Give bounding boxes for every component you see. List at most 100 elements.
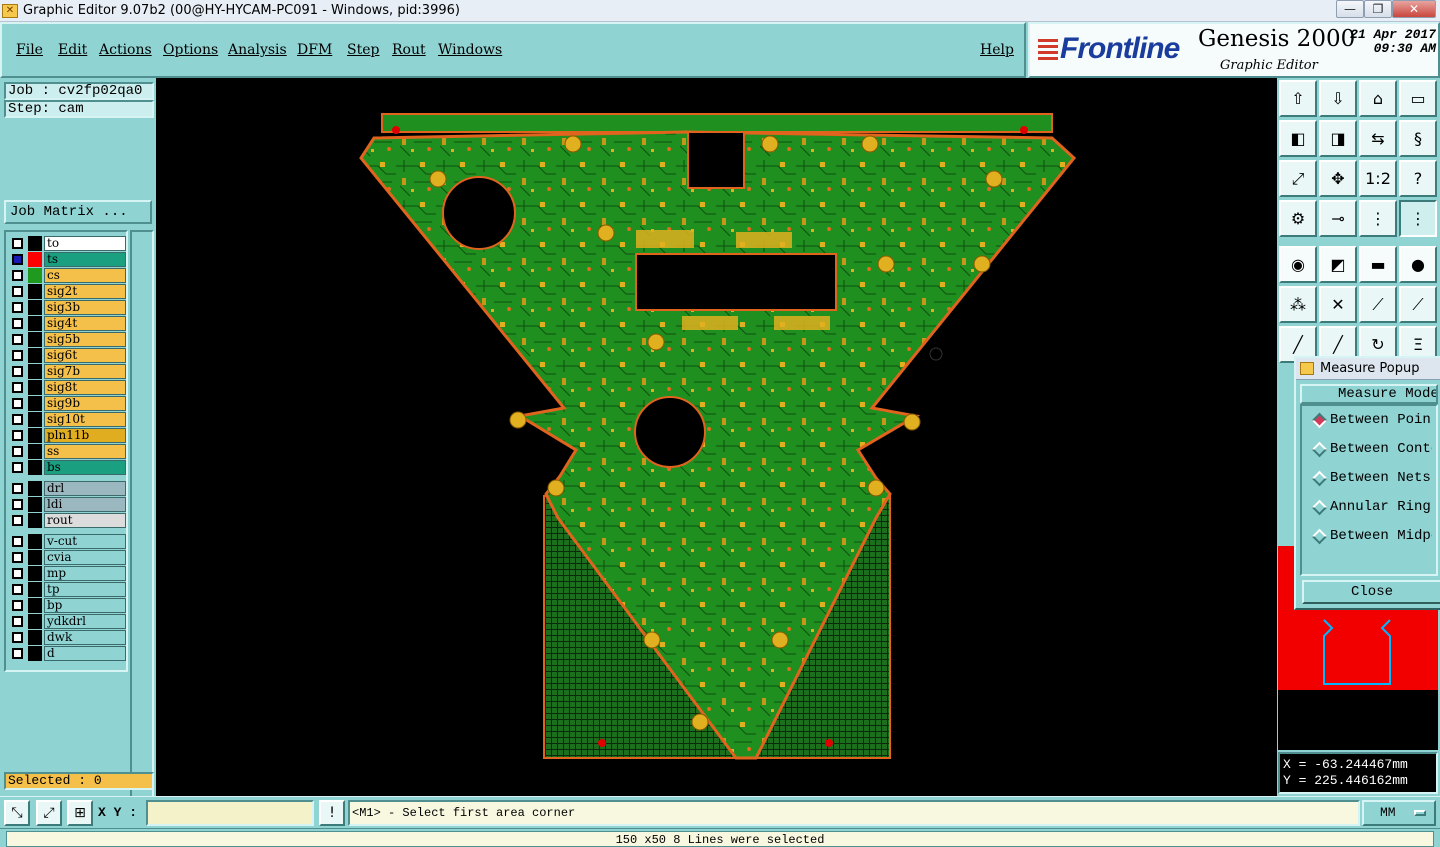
- layer-checkbox[interactable]: [12, 483, 23, 494]
- layer-name[interactable]: sig3b: [44, 300, 126, 315]
- layer-row-sig2t[interactable]: sig2t: [8, 284, 126, 299]
- close-window-button[interactable]: ✕: [1392, 0, 1436, 18]
- layer-color-swatch[interactable]: [28, 566, 42, 581]
- traffic-light-icon[interactable]: ⋮: [1359, 200, 1397, 237]
- menu-help[interactable]: Help: [980, 42, 1014, 58]
- layer-name[interactable]: sig5b: [44, 332, 126, 347]
- record-icon[interactable]: ●: [1399, 246, 1437, 283]
- measure-popup-titlebar[interactable]: Measure Popup: [1296, 358, 1440, 380]
- layer-color-swatch[interactable]: [28, 646, 42, 661]
- layer-row-sig4t[interactable]: sig4t: [8, 316, 126, 331]
- zoom-scale-icon[interactable]: 1:2: [1359, 160, 1397, 197]
- option-between-midpoints[interactable]: Between Midpoints: [1306, 522, 1432, 551]
- layer-color-swatch[interactable]: [28, 444, 42, 459]
- layer-color-swatch[interactable]: [28, 598, 42, 613]
- layer-name[interactable]: pln11b: [44, 428, 126, 443]
- layer-name[interactable]: rout: [44, 513, 126, 528]
- layer-color-swatch[interactable]: [28, 614, 42, 629]
- layer-row-sig9b[interactable]: sig9b: [8, 396, 126, 411]
- menu-rout[interactable]: Rout: [392, 42, 426, 58]
- layer-row-sig6t[interactable]: sig6t: [8, 348, 126, 363]
- layer-name[interactable]: ss: [44, 444, 126, 459]
- layer-checkbox[interactable]: [12, 350, 23, 361]
- help-icon[interactable]: ?: [1399, 160, 1437, 197]
- layer-checkbox[interactable]: [12, 536, 23, 547]
- menu-step[interactable]: Step: [347, 42, 379, 58]
- layer-row-mp[interactable]: mp: [8, 566, 126, 581]
- layer-checkbox[interactable]: [12, 398, 23, 409]
- layer-name[interactable]: dwk: [44, 630, 126, 645]
- layer-checkbox[interactable]: [12, 334, 23, 345]
- layer-checkbox[interactable]: [12, 552, 23, 563]
- pin-icon[interactable]: ⊸: [1319, 200, 1357, 237]
- layer-name[interactable]: cs: [44, 268, 126, 283]
- minimize-button[interactable]: —: [1336, 0, 1364, 18]
- layer-color-swatch[interactable]: [28, 582, 42, 597]
- layer-checkbox[interactable]: [12, 462, 23, 473]
- layer-row-sig3b[interactable]: sig3b: [8, 300, 126, 315]
- layer-row-sig7b[interactable]: sig7b: [8, 364, 126, 379]
- layer-color-swatch[interactable]: [28, 513, 42, 528]
- layer-color-swatch[interactable]: [28, 396, 42, 411]
- graphic-canvas[interactable]: [156, 78, 1277, 796]
- layer-name[interactable]: sig9b: [44, 396, 126, 411]
- layer-row-drl[interactable]: drl: [8, 481, 126, 496]
- layer-color-swatch[interactable]: [28, 412, 42, 427]
- layer-color-swatch[interactable]: [28, 284, 42, 299]
- layer-name[interactable]: drl: [44, 481, 126, 496]
- layer-name[interactable]: tp: [44, 582, 126, 597]
- layer-color-swatch[interactable]: [28, 364, 42, 379]
- snap-icon[interactable]: ⋮: [1399, 200, 1437, 237]
- layer-checkbox[interactable]: [12, 616, 23, 627]
- connect-icon[interactable]: ⟋: [1359, 286, 1397, 323]
- cross-icon[interactable]: ✕: [1319, 286, 1357, 323]
- layer-row-ts[interactable]: ts: [8, 252, 126, 267]
- layer-color-swatch[interactable]: [28, 380, 42, 395]
- grid-icon[interactable]: ⊞: [67, 800, 93, 826]
- layer-color-swatch[interactable]: [28, 534, 42, 549]
- layer-color-swatch[interactable]: [28, 316, 42, 331]
- layer-color-swatch[interactable]: [28, 481, 42, 496]
- layer-checkbox[interactable]: [12, 446, 23, 457]
- layer-row-ss[interactable]: ss: [8, 444, 126, 459]
- option-annular-ring[interactable]: Annular Ring: [1306, 493, 1432, 522]
- measure-close-button[interactable]: Close: [1302, 580, 1440, 604]
- zoom-fit-icon[interactable]: ⤢: [1279, 160, 1317, 197]
- layer-row-sig5b[interactable]: sig5b: [8, 332, 126, 347]
- layer-name[interactable]: ldi: [44, 497, 126, 512]
- layer-row-cvia[interactable]: cvia: [8, 550, 126, 565]
- layer-row-dwk[interactable]: dwk: [8, 630, 126, 645]
- pad-select-icon[interactable]: ◉: [1279, 246, 1317, 283]
- menu-file[interactable]: File: [16, 42, 43, 58]
- layer-color-swatch[interactable]: [28, 268, 42, 283]
- layer-name[interactable]: cvia: [44, 550, 126, 565]
- layer-color-swatch[interactable]: [28, 236, 42, 251]
- layer-checkbox[interactable]: [12, 648, 23, 659]
- layer-color-swatch[interactable]: [28, 348, 42, 363]
- layer-name[interactable]: ydkdrl: [44, 614, 126, 629]
- layer-down-icon[interactable]: ⇩: [1319, 80, 1357, 117]
- layer-color-swatch[interactable]: [28, 252, 42, 267]
- redraw-icon[interactable]: §: [1399, 120, 1437, 157]
- layer-name[interactable]: mp: [44, 566, 126, 581]
- layer-name[interactable]: ts: [44, 252, 126, 267]
- layer-up-icon[interactable]: ⇧: [1279, 80, 1317, 117]
- layer-name[interactable]: sig6t: [44, 348, 126, 363]
- layer-checkbox[interactable]: [12, 414, 23, 425]
- tool-settings-icon[interactable]: ⚙: [1279, 200, 1317, 237]
- layer-checkbox[interactable]: [12, 286, 23, 297]
- layer-checkbox[interactable]: [12, 302, 23, 313]
- zoom-area-icon[interactable]: ⤡: [4, 800, 30, 826]
- menu-actions[interactable]: Actions: [99, 42, 152, 58]
- ruler-icon[interactable]: ▬: [1359, 246, 1397, 283]
- pcb-board-view[interactable]: [156, 78, 1277, 796]
- layer-row-tp[interactable]: tp: [8, 582, 126, 597]
- layer-checkbox[interactable]: [12, 254, 23, 265]
- layer-row-rout[interactable]: rout: [8, 513, 126, 528]
- layer-row-ydkdrl[interactable]: ydkdrl: [8, 614, 126, 629]
- layer-row-bs[interactable]: bs: [8, 460, 126, 475]
- layer-list-scrollbar[interactable]: [130, 230, 154, 842]
- menu-windows[interactable]: Windows: [438, 42, 502, 58]
- layer-name[interactable]: sig4t: [44, 316, 126, 331]
- layer-checkbox[interactable]: [12, 366, 23, 377]
